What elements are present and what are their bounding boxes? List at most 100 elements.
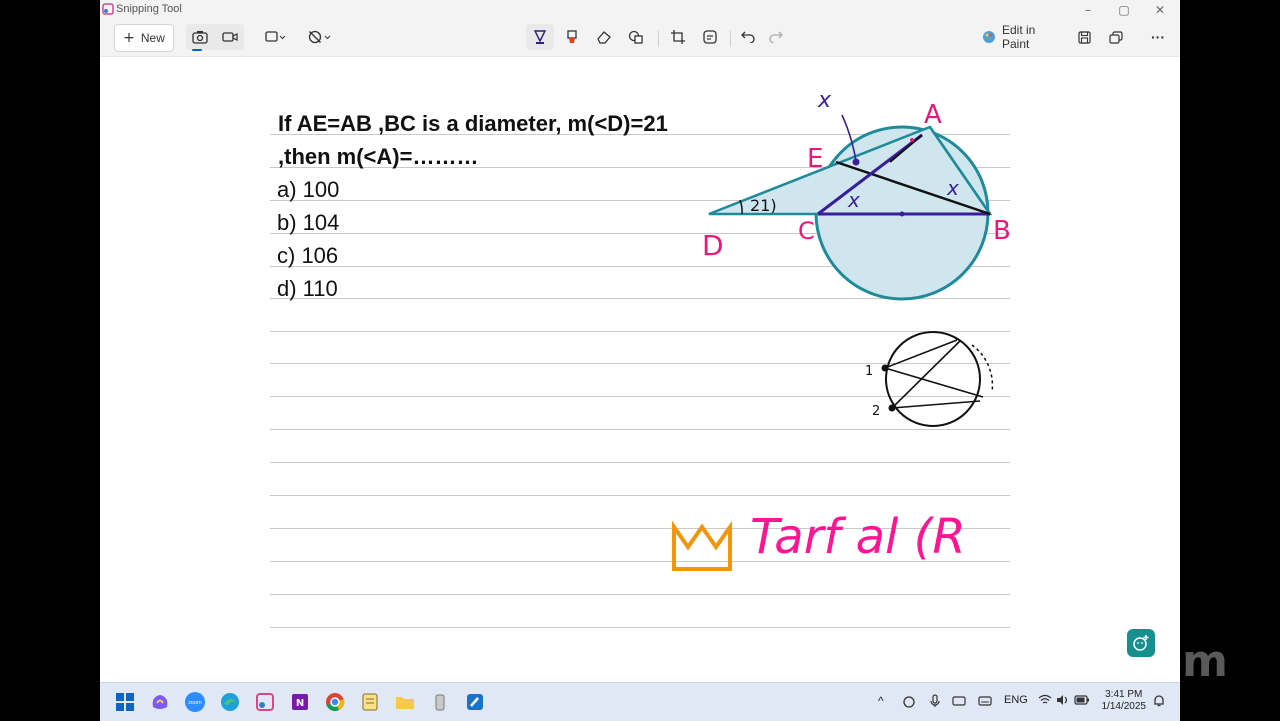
video-icon[interactable]	[222, 31, 238, 43]
taskbar: zoom N ^ ENG 3:41 PM 1/14/2025	[100, 682, 1180, 721]
pen-icon	[533, 30, 547, 44]
chrome-icon[interactable]	[324, 691, 346, 713]
edge-icon[interactable]	[219, 691, 241, 713]
paint-taskbar-icon[interactable]	[464, 691, 486, 713]
snipping-tool-window: Snipping Tool – ▢ ✕ + New Edit in Paint …	[100, 0, 1180, 682]
clock-date: 1/14/2025	[1101, 701, 1147, 712]
geometry-diagram: A B C D E x x x 21) 1 2	[672, 88, 1011, 571]
small-circle	[885, 331, 981, 427]
notification-bell-icon[interactable]	[1152, 694, 1166, 708]
undo-icon	[741, 31, 755, 43]
emoji-icon	[1133, 635, 1149, 651]
point-2	[888, 404, 896, 412]
chevron-up-icon[interactable]: ^	[878, 694, 884, 708]
chord-4	[891, 400, 981, 409]
center-point	[899, 211, 905, 217]
new-button-label: New	[140, 31, 165, 45]
rectangle-snip-icon	[265, 31, 286, 42]
volume-icon[interactable]	[1056, 694, 1070, 706]
copy-icon	[1109, 30, 1123, 44]
crop-tool[interactable]	[664, 24, 692, 50]
battery-icon[interactable]	[1074, 695, 1090, 705]
language-indicator[interactable]: ENG	[1004, 694, 1028, 706]
label-x-top: x	[817, 88, 832, 113]
zoom-app-icon[interactable]: zoom	[184, 691, 206, 713]
paint-icon	[982, 31, 995, 43]
pink-dot	[910, 138, 914, 142]
wifi-icon[interactable]	[1038, 694, 1052, 706]
point-1	[881, 364, 889, 372]
app-title: Snipping Tool	[116, 3, 182, 15]
crop-icon	[671, 30, 685, 44]
text-actions-tool[interactable]	[696, 24, 724, 50]
shapes-icon	[628, 30, 643, 44]
undo-button[interactable]	[734, 24, 762, 50]
active-mode-indicator	[192, 49, 202, 51]
onenote-icon[interactable]: N	[289, 691, 311, 713]
label-d: D	[702, 229, 724, 262]
label-2: 2	[872, 404, 880, 419]
clock[interactable]: 3:41 PM 1/14/2025	[1102, 689, 1147, 713]
snipping-tool-taskbar-icon[interactable]	[254, 691, 276, 713]
crown-icon	[672, 520, 732, 571]
timer-off-icon	[308, 30, 331, 44]
copilot-icon[interactable]	[149, 691, 171, 713]
ballpoint-pen-tool[interactable]	[526, 24, 554, 50]
highlighter-tool[interactable]	[558, 24, 586, 50]
label-e: E	[807, 144, 823, 174]
label-a: A	[924, 100, 942, 130]
restore-button[interactable]: ▢	[1106, 0, 1142, 20]
label-c: C	[798, 217, 815, 245]
start-icon[interactable]	[114, 691, 136, 713]
display-icon[interactable]	[978, 695, 992, 707]
arc-mark	[971, 344, 994, 393]
zoom-reactions-button[interactable]	[1127, 629, 1155, 657]
eraser-tool[interactable]	[590, 24, 618, 50]
label-x-right: x	[946, 176, 959, 200]
chord-3	[891, 340, 961, 409]
snipping-tool-icon	[102, 3, 114, 15]
new-button[interactable]: + New	[114, 24, 174, 52]
text-actions-icon	[703, 30, 717, 44]
highlighter-icon	[567, 30, 577, 43]
delay-dropdown[interactable]	[304, 24, 336, 50]
trash-icon[interactable]	[429, 691, 451, 713]
camera-icon[interactable]	[192, 30, 208, 44]
close-button[interactable]: ✕	[1142, 0, 1178, 20]
file-explorer-icon[interactable]	[394, 691, 416, 713]
copy-button[interactable]	[1102, 24, 1130, 50]
channel-watermark: Tarf al (R	[750, 509, 966, 565]
redo-icon	[769, 31, 783, 43]
microphone-icon[interactable]	[930, 694, 940, 708]
toolbar-divider	[730, 31, 731, 47]
capture-mode-group	[186, 24, 244, 50]
shapes-tool[interactable]	[622, 24, 650, 50]
label-x-mid: x	[847, 188, 860, 212]
plus-icon: +	[123, 30, 135, 46]
edit-in-paint-label: Edit in Paint	[1001, 23, 1036, 51]
snip-shape-dropdown[interactable]	[260, 24, 292, 50]
label-1: 1	[865, 364, 873, 379]
point-marker	[852, 158, 860, 166]
toolbar-divider	[658, 31, 659, 47]
redo-button[interactable]	[762, 24, 790, 50]
svg-text:N: N	[296, 698, 304, 709]
edit-in-paint-button[interactable]: Edit in Paint	[976, 23, 1066, 51]
title-bar: Snipping Tool – ▢ ✕	[100, 0, 1180, 20]
capture-canvas: If AE=AB ,BC is a diameter, m(<D)=21 ,th…	[100, 57, 1180, 682]
label-angle-21: 21)	[750, 196, 777, 215]
toolbar: + New Edit in Paint ···	[100, 20, 1180, 57]
keyboard-icon[interactable]	[952, 695, 966, 707]
label-b: B	[993, 216, 1011, 246]
clock-time: 3:41 PM	[1105, 689, 1143, 700]
zoom-watermark: zoom	[1096, 636, 1228, 687]
minimize-button[interactable]: –	[1070, 0, 1106, 20]
eraser-icon	[597, 31, 611, 44]
more-options-button[interactable]: ···	[1144, 24, 1172, 50]
svg-text:zoom: zoom	[188, 700, 202, 706]
chord-1	[884, 367, 984, 398]
notepad-icon[interactable]	[359, 691, 381, 713]
save-button[interactable]	[1070, 24, 1098, 50]
save-icon	[1077, 30, 1091, 44]
sync-icon[interactable]	[902, 695, 916, 709]
